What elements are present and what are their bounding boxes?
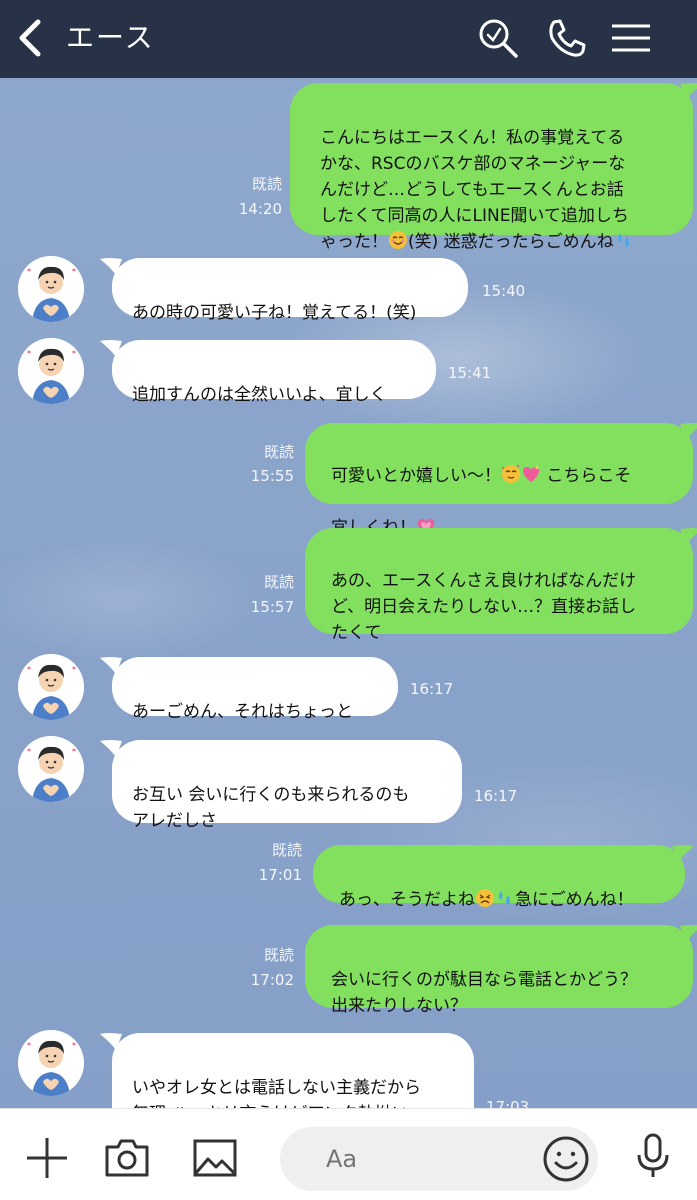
message-bubble[interactable]: あーごめん、それはちょっと [112, 657, 398, 722]
message-text: お互い 会いに行くのも来られるのも アレだしさ [132, 785, 410, 831]
message-time: 17:01 [258, 866, 302, 884]
message-time: 16:17 [474, 787, 518, 805]
message-bubble[interactable]: あの、エースくんさえ良ければなんだけ ど、明日会えたりしない…？直接お話し たく… [305, 528, 693, 643]
message-time: 17:02 [250, 971, 294, 989]
chat-title: エース [66, 21, 155, 54]
back-chevron-icon [19, 19, 41, 57]
boy-heart-avatar-icon [18, 1030, 84, 1096]
message-time: 17:03 [486, 1098, 530, 1108]
bubble-tail [100, 258, 122, 275]
add-button[interactable] [24, 1135, 70, 1181]
bubble-tail [100, 657, 122, 674]
sparkling-heart-emoji-icon [521, 464, 541, 484]
phone-icon [549, 19, 586, 57]
message-bubble[interactable]: あの時の可愛い子ね！覚えてる！(笑) [112, 258, 468, 323]
bubble-tail [672, 845, 694, 862]
message-time: 16:17 [410, 680, 454, 698]
message-time: 15:40 [482, 282, 526, 300]
boy-heart-avatar-icon [18, 256, 84, 322]
voice-button[interactable] [630, 1133, 676, 1179]
boy-heart-avatar-icon [18, 736, 84, 802]
message-bubble[interactable]: あっ、そうだよね 急にごめんね！ [313, 845, 685, 910]
avatar[interactable] [18, 654, 84, 720]
message-toolbar [0, 1108, 697, 1200]
message-text: あっ、そうだよね [339, 890, 475, 910]
message-text: あの時の可愛い子ね！覚えてる！(笑) [132, 303, 417, 323]
message-bubble[interactable]: いやオレ女とは電話しない主義だから 無理 ハッキリ言うけどアンタ執拗い よ(笑) [112, 1033, 474, 1108]
chat-header: エース [0, 0, 697, 78]
sweat-drops-emoji-icon [614, 230, 634, 250]
avatar[interactable] [18, 736, 84, 802]
message-text: あーごめん、それはちょっと [132, 702, 353, 722]
back-button[interactable] [14, 18, 44, 58]
message-text: 可愛いとか嬉しい〜！ [331, 466, 501, 486]
chat-area[interactable]: こんにちはエースくん！私の事覚えてる かな、RSCのバスケ部のマネージャーな ん… [0, 78, 697, 1108]
message-bubble[interactable]: お互い 会いに行くのも来られるのも アレだしさ [112, 740, 462, 831]
boy-heart-avatar-icon [18, 338, 84, 404]
menu-icon [612, 24, 650, 52]
camera-icon [105, 1139, 149, 1177]
message-time: 14:20 [238, 200, 282, 218]
smiling-emoji-icon [388, 230, 408, 250]
avatar[interactable] [18, 338, 84, 404]
menu-button[interactable] [608, 16, 652, 60]
message-time: 15:41 [448, 364, 492, 382]
call-button[interactable] [544, 16, 588, 60]
image-icon [193, 1139, 237, 1177]
message-bubble[interactable]: こんにちはエースくん！私の事覚えてる かな、RSCのバスケ部のマネージャーな ん… [290, 83, 693, 252]
read-receipt: 既読 [251, 175, 282, 193]
message-time: 15:57 [250, 598, 294, 616]
message-text: いやオレ女とは電話しない主義だから 無理 ハッキリ言うけどアンタ執拗い よ(笑) [132, 1078, 421, 1108]
search-icon [479, 19, 518, 58]
emoji-button[interactable] [542, 1135, 590, 1183]
avatar[interactable] [18, 256, 84, 322]
read-receipt: 既読 [263, 443, 294, 461]
message-text-continued: (笑) 迷惑だったらごめんね [408, 232, 614, 252]
plus-icon [27, 1138, 67, 1178]
bubble-tail [680, 925, 697, 942]
bubble-tail [680, 528, 697, 545]
hearts-face-emoji-icon [501, 464, 521, 484]
bubble-tail [100, 1033, 122, 1050]
message-text-continued: 急にごめんね！ [515, 890, 634, 910]
persevering-face-emoji-icon [475, 888, 495, 908]
read-receipt: 既読 [263, 573, 294, 591]
microphone-icon [637, 1133, 669, 1177]
read-receipt: 既読 [271, 841, 302, 859]
message-bubble[interactable]: 会いに行くのが駄目なら電話とかどう？ 出来たりしない？ [305, 925, 693, 1016]
gallery-button[interactable] [192, 1135, 238, 1181]
camera-button[interactable] [104, 1135, 150, 1181]
avatar[interactable] [18, 1030, 84, 1096]
bubble-tail [100, 340, 122, 357]
bubble-tail [680, 83, 697, 100]
search-button[interactable] [476, 16, 520, 60]
boy-heart-avatar-icon [18, 654, 84, 720]
read-receipt: 既読 [263, 946, 294, 964]
message-text-continued: こちらこそ [541, 466, 632, 486]
smiley-icon [543, 1136, 589, 1182]
bubble-tail [100, 740, 122, 757]
message-text: 追加すんのは全然いいよ、宜しく [132, 385, 387, 405]
sweat-drops-emoji-icon [495, 888, 515, 908]
message-text: あの、エースくんさえ良ければなんだけ ど、明日会えたりしない…？直接お話し たく… [331, 571, 637, 643]
message-text: 会いに行くのが駄目なら電話とかどう？ 出来たりしない？ [331, 970, 637, 1016]
message-bubble[interactable]: 可愛いとか嬉しい〜！ こちらこそ 宜しくね！ [305, 423, 693, 538]
bubble-tail [680, 423, 697, 440]
message-time: 15:55 [250, 467, 294, 485]
message-bubble[interactable]: 追加すんのは全然いいよ、宜しく [112, 340, 436, 405]
